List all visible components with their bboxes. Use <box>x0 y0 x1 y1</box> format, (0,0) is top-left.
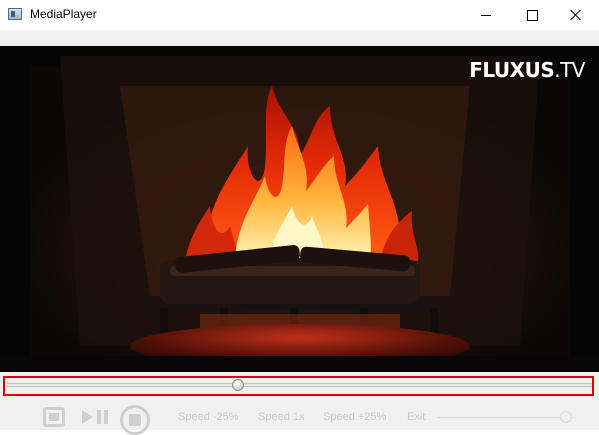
window-title: MediaPlayer <box>30 7 97 21</box>
play-pause-icon[interactable] <box>82 407 112 429</box>
fireplace-video-frame <box>0 46 599 372</box>
fullscreen-icon[interactable] <box>43 407 67 429</box>
control-bar: Speed -25% Speed 1x Speed +25% Exit <box>0 400 599 435</box>
volume-track[interactable] <box>437 417 574 418</box>
media-player-window: MediaPlayer FLUXUS.TV Speed -25% Speed 1… <box>0 0 599 435</box>
stop-icon[interactable] <box>120 405 150 435</box>
seek-thumb[interactable] <box>232 379 245 391</box>
channel-watermark: FLUXUS.TV <box>469 58 585 82</box>
close-icon <box>570 9 582 21</box>
maximize-icon <box>526 9 538 21</box>
app-window-icon <box>8 8 22 20</box>
close-button[interactable] <box>553 0 599 30</box>
watermark-brand: FLUXUS <box>469 58 555 82</box>
watermark-suffix: .TV <box>554 58 585 82</box>
minimize-button[interactable] <box>463 0 509 30</box>
title-bar[interactable]: MediaPlayer <box>0 0 599 30</box>
seek-track[interactable] <box>7 383 592 387</box>
maximize-button[interactable] <box>509 0 555 30</box>
minimize-icon <box>481 14 491 16</box>
volume-thumb[interactable] <box>559 411 572 423</box>
speed-increase-button[interactable]: Speed +25% <box>323 411 386 423</box>
seek-bar-area <box>0 372 599 400</box>
video-display[interactable]: FLUXUS.TV <box>0 46 599 372</box>
speed-decrease-button[interactable]: Speed -25% <box>178 411 239 423</box>
speed-normal-button[interactable]: Speed 1x <box>258 411 304 423</box>
exit-button[interactable]: Exit <box>407 411 425 423</box>
